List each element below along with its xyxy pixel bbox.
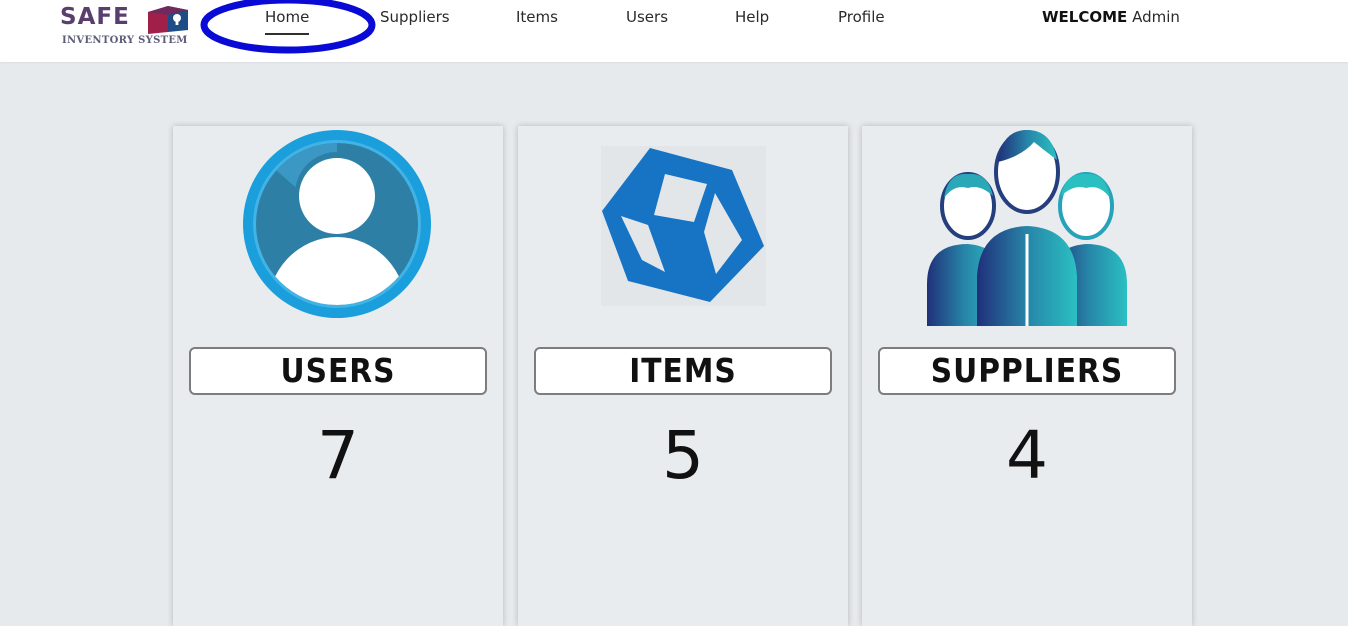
users-label-button[interactable]: USERS	[189, 347, 487, 395]
users-count: 7	[317, 417, 359, 494]
welcome-prefix: WELCOME	[1042, 8, 1128, 26]
suppliers-count: 4	[1006, 417, 1048, 494]
items-count: 5	[662, 417, 704, 494]
nav-items-link[interactable]: Items	[516, 6, 558, 28]
nav-help-link[interactable]: Help	[735, 6, 769, 28]
nav-suppliers-link[interactable]: Suppliers	[380, 6, 450, 28]
nav-home-label: Home	[265, 8, 310, 26]
welcome-text: WELCOME Admin	[1042, 6, 1180, 28]
nav-home-link[interactable]: Home	[265, 6, 310, 35]
user-avatar-icon	[243, 130, 431, 318]
items-card[interactable]: ITEMS 5	[518, 126, 848, 626]
welcome-username: Admin	[1132, 8, 1180, 26]
people-group-icon	[927, 130, 1127, 326]
items-label-button[interactable]: ITEMS	[534, 347, 832, 395]
lockbox-icon	[148, 6, 188, 34]
users-card[interactable]: USERS 7	[173, 126, 503, 626]
safe-logo[interactable]: SAFE INVENTORY SYSTEM	[60, 3, 190, 49]
nav-users-link[interactable]: Users	[626, 6, 668, 28]
top-navbar: SAFE INVENTORY SYSTEM Home Suppliers Ite…	[0, 0, 1348, 62]
nav-profile-link[interactable]: Profile	[838, 6, 885, 28]
nav-active-underline	[265, 33, 310, 35]
logo-subtitle: INVENTORY SYSTEM	[62, 35, 188, 46]
cube-icon	[601, 146, 766, 306]
suppliers-label-button[interactable]: SUPPLIERS	[878, 347, 1176, 395]
logo-title: SAFE	[60, 4, 130, 30]
suppliers-card[interactable]: SUPPLIERS 4	[862, 126, 1192, 626]
